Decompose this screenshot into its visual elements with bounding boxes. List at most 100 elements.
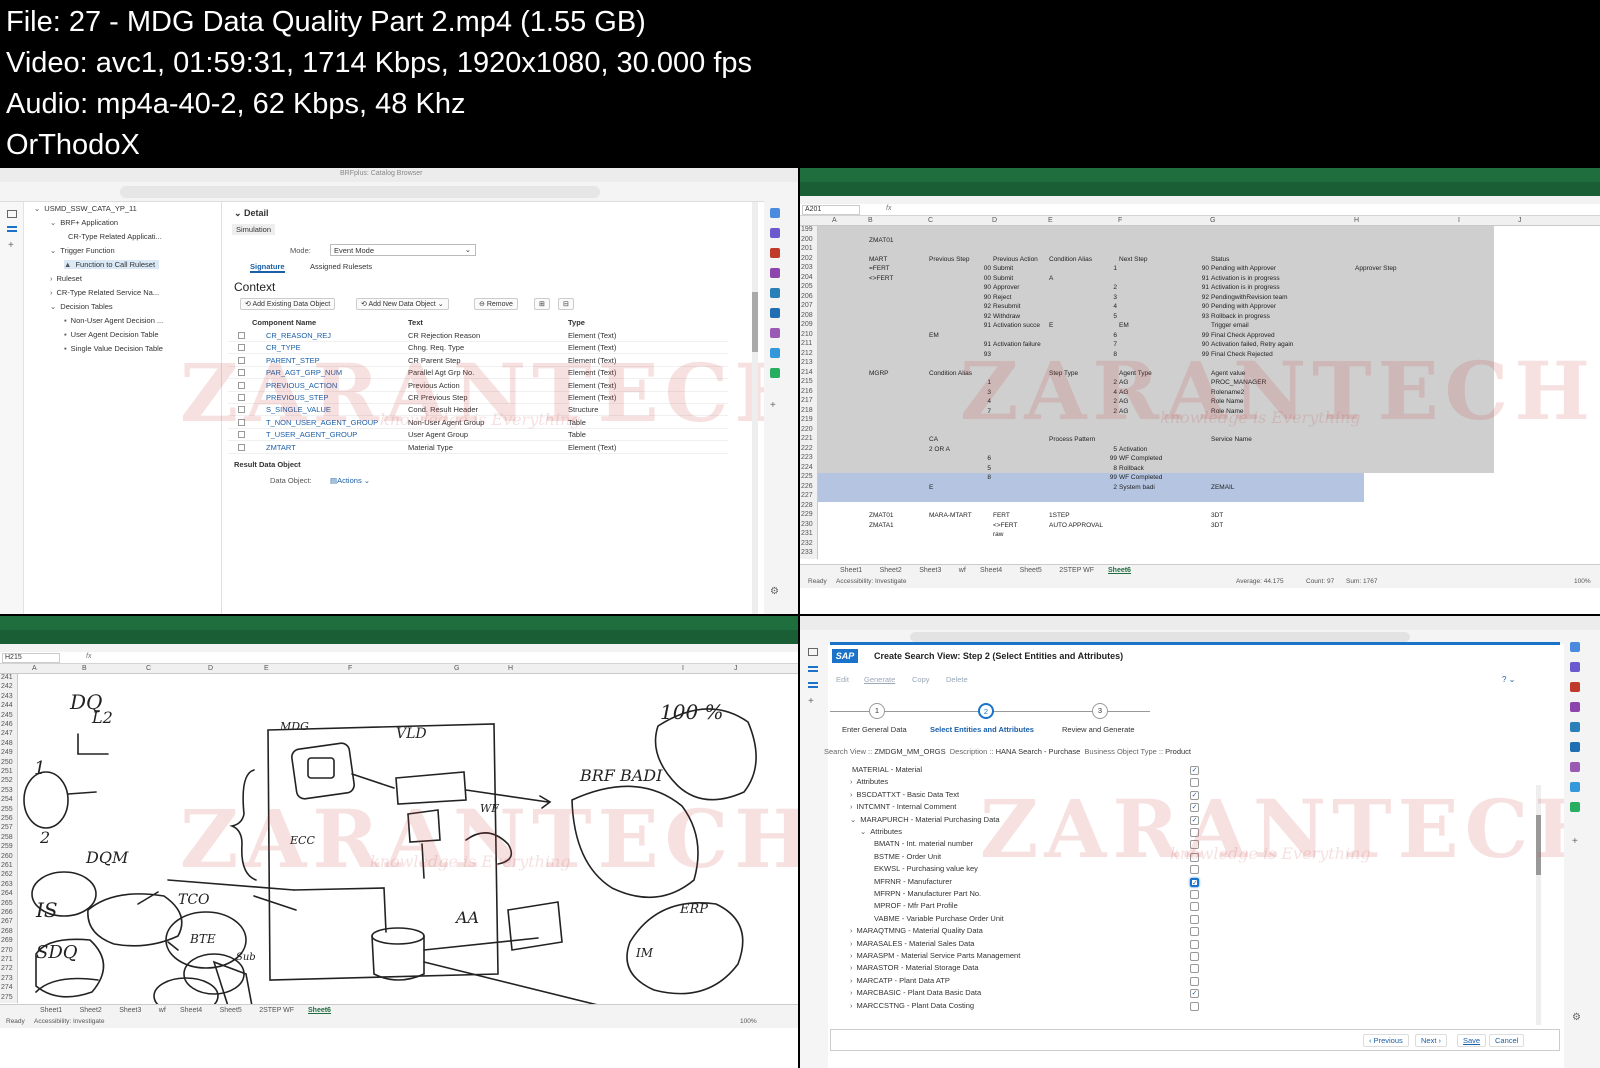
row-header[interactable]: 264 [1, 890, 13, 897]
copy-action[interactable]: Copy [912, 675, 930, 684]
entity-row[interactable]: › MARASTOR - Material Storage Data [850, 963, 979, 972]
table-row[interactable]: CR_REASON_REJ CR Rejection Reason Element … [228, 330, 728, 342]
cell[interactable]: Agent value [1211, 370, 1353, 377]
menu-icon[interactable] [808, 666, 818, 672]
entity-checkbox[interactable] [1190, 952, 1199, 961]
name-box[interactable]: A201 [802, 205, 860, 215]
sheet-tab-sheet3[interactable]: Sheet3 [919, 567, 941, 574]
component-name[interactable]: S_SINGLE_VALUE [266, 405, 331, 414]
cell[interactable]: Role Name [1211, 408, 1353, 415]
cell[interactable]: WF Completed [1119, 474, 1209, 481]
row-header[interactable]: 260 [1, 853, 13, 860]
row-header[interactable]: 268 [1, 928, 13, 935]
column-header[interactable]: J [1518, 217, 1522, 224]
entity-row[interactable]: VABME - Variable Purchase Order Unit [874, 914, 1004, 923]
column-header[interactable]: F [348, 665, 352, 672]
cell[interactable]: raw [993, 531, 1047, 538]
row-header[interactable]: 244 [1, 702, 13, 709]
add-icon[interactable]: + [1572, 836, 1578, 847]
sheet-tab-sheet3[interactable]: Sheet3 [119, 1007, 141, 1014]
tree-item[interactable]: ⌄ Decision Tables [50, 302, 117, 311]
cell[interactable]: Condition Alias [1049, 256, 1117, 263]
row-header[interactable]: 222 [801, 445, 813, 452]
cancel-button[interactable]: Cancel [1489, 1034, 1525, 1047]
cell[interactable]: 8 [929, 474, 991, 481]
chevron-right-icon[interactable]: › [850, 926, 853, 935]
actions-menu-button[interactable]: ▤Actions ⌄ [330, 476, 370, 485]
cell[interactable]: Activation is in progress [1211, 275, 1353, 282]
row-header[interactable]: 216 [801, 388, 813, 395]
row-header[interactable]: 275 [1, 994, 13, 1001]
cell[interactable]: 90 [929, 294, 991, 301]
row-header[interactable]: 232 [801, 540, 813, 547]
cell[interactable]: ZMAT01 [869, 512, 927, 519]
tree-icon[interactable] [770, 368, 780, 378]
row-header[interactable]: 214 [801, 369, 813, 376]
cell[interactable]: EM [1119, 322, 1209, 329]
row-checkbox[interactable] [238, 406, 245, 414]
sheet-tab-sheet6[interactable]: Sheet6 [1108, 567, 1131, 574]
entity-checkbox[interactable] [1190, 976, 1199, 986]
cell[interactable]: Trigger email [1211, 322, 1353, 329]
entity-row[interactable]: › MARCATP - Plant Data ATP [850, 976, 950, 985]
cell[interactable]: Activation succe [993, 322, 1047, 329]
cell[interactable]: 1STEP [1049, 512, 1117, 519]
chevron-right-icon[interactable]: › [850, 777, 853, 786]
chevron-right-icon[interactable]: › [850, 976, 853, 985]
cell[interactable]: 99 [1049, 474, 1117, 481]
row-header[interactable]: 221 [801, 435, 813, 442]
cell[interactable]: <>FERT [993, 522, 1047, 529]
entity-checkbox[interactable]: ✓ [1190, 815, 1199, 825]
entity-checkbox[interactable] [1190, 840, 1199, 850]
tree-item[interactable]: ▪ Single Value Decision Table [64, 344, 167, 353]
entity-checkbox[interactable] [1190, 914, 1199, 924]
sheet-tab-2step-wf[interactable]: 2STEP WF [259, 1007, 294, 1014]
row-header[interactable]: 242 [1, 683, 13, 690]
row-checkbox[interactable] [238, 369, 245, 377]
column-header-name[interactable]: Component Name [252, 318, 316, 327]
add-icon[interactable]: + [770, 400, 776, 411]
column-header[interactable]: J [734, 665, 738, 672]
office-icon[interactable] [770, 288, 780, 298]
cell[interactable]: 91 [929, 322, 991, 329]
delete-action[interactable]: Delete [946, 675, 968, 684]
component-name[interactable]: CR_REASON_REJ [266, 331, 331, 340]
row-header[interactable]: 228 [801, 502, 813, 509]
component-name[interactable]: T_USER_AGENT_GROUP [266, 430, 357, 439]
cell[interactable]: Rolename2 [1211, 389, 1353, 396]
chevron-right-icon[interactable]: › [850, 988, 853, 997]
sheet-tab-sheet2[interactable]: Sheet2 [80, 1007, 102, 1014]
row-header[interactable]: 215 [801, 378, 813, 385]
column-header-text[interactable]: Text [408, 318, 423, 327]
entity-row[interactable]: › MARCCSTNG - Plant Data Costing [850, 1001, 974, 1010]
copilot-icon[interactable] [770, 328, 780, 338]
row-header[interactable]: 263 [1, 881, 13, 888]
column-header[interactable]: G [1210, 217, 1215, 224]
row-checkbox[interactable] [238, 431, 245, 439]
cell[interactable]: 8 [1049, 465, 1117, 472]
row-header[interactable]: 231 [801, 530, 813, 537]
cell[interactable]: 4 [1049, 389, 1117, 396]
tree-item[interactable]: ▪ User Agent Decision Table [64, 330, 163, 339]
worksheet-grid[interactable]: ZMAT01 MART Previous Step Previous Action Co… [818, 226, 1494, 538]
edit-action[interactable]: Edit [836, 675, 849, 684]
cell[interactable]: 6 [929, 455, 991, 462]
cell[interactable]: 91 [1119, 284, 1209, 291]
row-checkbox[interactable] [238, 381, 245, 389]
step-1-circle[interactable]: 1 [869, 703, 885, 719]
component-name[interactable]: PARENT_STEP [266, 356, 320, 365]
tree-item[interactable]: ⌄ Trigger Function [50, 246, 119, 255]
table-row[interactable]: T_USER_AGENT_GROUP User Agent Group Table [228, 429, 728, 442]
column-header[interactable]: E [264, 665, 269, 672]
component-name[interactable]: CR_TYPE [266, 343, 301, 352]
briefcase-icon[interactable] [770, 248, 780, 258]
row-header[interactable]: 241 [1, 674, 13, 681]
row-header[interactable]: 245 [1, 712, 13, 719]
row-header[interactable]: 207 [801, 302, 813, 309]
cell[interactable]: 8 [1049, 351, 1117, 358]
scrollbar-thumb[interactable] [1536, 815, 1541, 875]
cell[interactable]: =FERT [869, 265, 927, 272]
entity-scrollbar[interactable] [1536, 785, 1541, 1025]
cell[interactable]: 6 [1049, 332, 1117, 339]
column-header[interactable]: C [146, 665, 151, 672]
